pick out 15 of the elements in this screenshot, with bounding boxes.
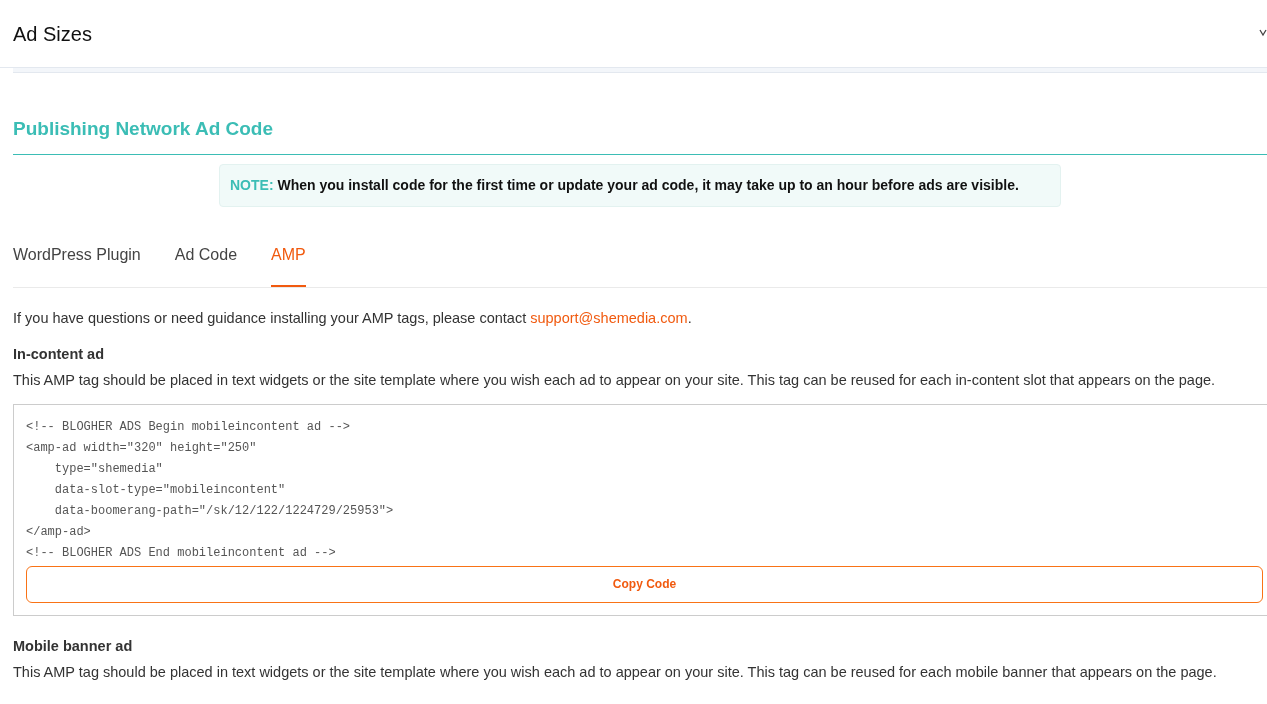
support-email-link[interactable]: support@shemedia.com: [530, 309, 688, 326]
copy-code-button[interactable]: Copy Code: [26, 565, 1263, 603]
tab[interactable]: AMP: [271, 242, 306, 287]
accordion-title: Ad Sizes: [13, 21, 92, 47]
note-banner: NOTE: When you install code for the first time or update your ad code, it may take up to an hour before ads are visible.: [219, 163, 1061, 207]
tab[interactable]: WordPress Plugin: [13, 242, 141, 287]
intro-text: If you have questions or need guidance installing your AMP tags, please contact support@shemedia.com.: [13, 308, 693, 328]
ad-description: This AMP tag should be placed in text widgets or the site template where you wish each ad to appear on your site. This tag can be reused for each mobile banner that appears on the page.: [13, 662, 1218, 682]
chevron-icon[interactable]: [1259, 28, 1267, 38]
ad-description: This AMP tag should be placed in text widgets or the site template where you wish each ad to appear on your site. This tag can be reused for each in-content slot that appears on the page.: [13, 371, 1217, 390]
code-text: <!-- BLOGHER ADS Begin mobileincontent ad --> <amp-ad width="320" height="250" type="shemedia" data-slot-type="mobileincontent" data-boomerang-path="/sk/12/122/1224729/25953"> </amp-ad> <!-- BLOGHER ADS End mobileincontent ad -->: [26, 418, 395, 562]
ad-title: Mobile banner ad: [13, 636, 134, 656]
tab[interactable]: Ad Code: [174, 242, 238, 287]
section-title: Publishing Network Ad Code: [13, 118, 274, 139]
ad-title: In-content ad: [13, 345, 106, 365]
